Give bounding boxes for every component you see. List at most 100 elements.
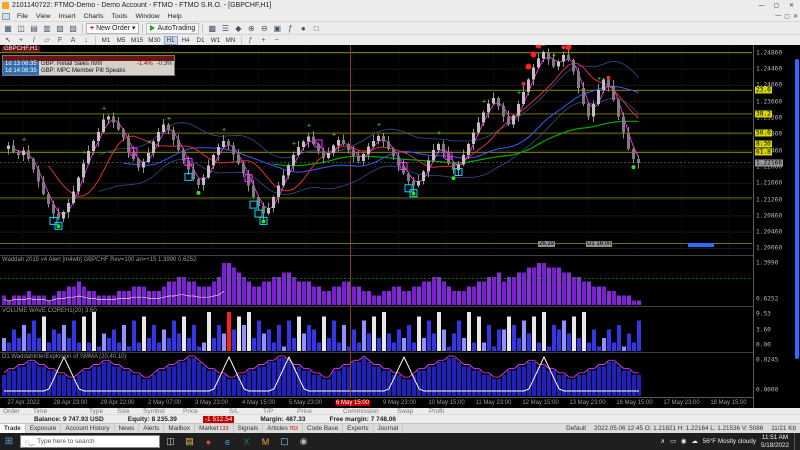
channel-icon[interactable]: ▱ <box>41 36 53 45</box>
maximize-button[interactable]: ▢ <box>770 1 783 10</box>
data-window-icon[interactable]: ▧ <box>54 23 66 34</box>
column-header-symbol[interactable]: Symbol <box>140 408 180 415</box>
zoom-in-icon[interactable]: + <box>258 36 270 45</box>
fullscreen-icon[interactable]: □ <box>310 23 322 34</box>
terminal-tab-market[interactable]: Market133 <box>195 424 233 433</box>
column-header-size[interactable]: Size <box>114 408 140 415</box>
notepad-icon[interactable]: ▢ <box>276 433 293 450</box>
column-header-commission[interactable]: Commission <box>340 408 394 415</box>
terminal-tab-signals[interactable]: Signals <box>234 424 264 433</box>
new-chart-icon[interactable]: ▦ <box>2 23 14 34</box>
price-pane[interactable]: +++++++++++++++ GBPCHF,H1 1d 13:08:35GBP… <box>0 45 752 255</box>
arrows-icon[interactable]: ↓ <box>80 36 92 45</box>
chart-area[interactable]: +++++++++++++++ GBPCHF,H1 1d 13:08:35GBP… <box>0 45 800 408</box>
terminal-tab-trade[interactable]: Trade <box>0 424 26 433</box>
candle-chart-icon[interactable]: ◆ <box>232 23 244 34</box>
profiles-icon[interactable]: ▤ <box>28 23 40 34</box>
current-price-tag: 1.22166 <box>755 159 783 166</box>
timeframe-mn[interactable]: MN <box>224 36 238 45</box>
terminal-tab-mailbox[interactable]: Mailbox <box>164 424 195 433</box>
timeframe-m15[interactable]: M15 <box>129 36 145 45</box>
excel-icon[interactable]: X <box>238 433 255 450</box>
zoom-out-icon[interactable]: − <box>271 36 283 45</box>
terminal-tab-code-base[interactable]: Code Base <box>303 424 343 433</box>
news-panel[interactable]: 1d 13:08:35GBP: Retail Sales m/m-1.4%-0.… <box>2 55 175 76</box>
timeframe-m1[interactable]: M1 <box>99 36 113 45</box>
column-header-order[interactable]: Order <box>0 408 30 415</box>
taskbar-clock[interactable]: 11:51 AM 5/18/2022 <box>761 434 789 448</box>
terminal-tab-news[interactable]: News <box>115 424 140 433</box>
chrome-icon[interactable]: ● <box>200 433 217 450</box>
indicator-pane-volume-wave[interactable]: VOLUME WAVE COREH1(20) 3.60 <box>0 307 752 352</box>
tile-windows-icon[interactable]: ▣ <box>271 23 283 34</box>
profile-name[interactable]: Default <box>566 425 586 432</box>
terminal-tab-account-history[interactable]: Account History <box>61 424 114 433</box>
strategy-tester-icon[interactable]: ▩ <box>206 23 218 34</box>
column-header-swap[interactable]: Swap <box>394 408 426 415</box>
timeframe-h1[interactable]: H1 <box>164 36 178 45</box>
indicator-pane-explosion[interactable]: D1 WaddahInterExplosion of SMMA (20,40,1… <box>0 353 752 397</box>
bar-chart-icon[interactable]: ☰ <box>219 23 231 34</box>
column-header-price[interactable]: Price <box>294 408 340 415</box>
terminal-tab-articles[interactable]: Articles762 <box>263 424 303 433</box>
menu-help[interactable]: Help <box>164 13 186 20</box>
indicators-list-icon[interactable]: ƒ <box>245 36 257 45</box>
chart-close-button[interactable]: ✕ <box>793 13 798 20</box>
column-header-price[interactable]: Price <box>180 408 226 415</box>
chart-restore-button[interactable]: ▢ <box>784 13 790 20</box>
timeframe-m5[interactable]: M5 <box>114 36 128 45</box>
menu-view[interactable]: View <box>32 13 55 20</box>
minimize-button[interactable]: — <box>755 1 768 10</box>
column-header-tp[interactable]: T/P <box>260 408 294 415</box>
menu-file[interactable]: File <box>13 13 32 20</box>
menu-charts[interactable]: Charts <box>80 13 108 20</box>
zoom-in-icon[interactable]: ⊕ <box>245 23 257 34</box>
chart-minimize-button[interactable]: — <box>775 13 781 20</box>
menu-tools[interactable]: Tools <box>108 13 132 20</box>
weather-widget[interactable]: 56°F Mostly cloudy <box>703 438 756 445</box>
cursor-icon[interactable]: ↖ <box>2 36 14 45</box>
timeframe-d1[interactable]: D1 <box>194 36 208 45</box>
close-button[interactable]: ✕ <box>785 1 798 10</box>
timeframe-m30[interactable]: M30 <box>146 36 162 45</box>
column-header-sl[interactable]: S/L <box>226 408 260 415</box>
column-header-time[interactable]: Time <box>30 408 86 415</box>
zoom-out-icon[interactable]: ⊖ <box>258 23 270 34</box>
network-icon[interactable]: ◉ <box>681 438 687 445</box>
menu-window[interactable]: Window <box>131 13 163 20</box>
terminal-tab-experts[interactable]: Experts <box>343 424 373 433</box>
chart-scrollbar[interactable] <box>795 59 799 359</box>
column-header-profit[interactable]: Profit <box>426 408 466 415</box>
menu-insert[interactable]: Insert <box>55 13 80 20</box>
terminal-tab-exposure[interactable]: Exposure <box>26 424 62 433</box>
terminal-toggle-icon[interactable]: ▨ <box>67 23 79 34</box>
trendline-icon[interactable]: / <box>28 36 40 45</box>
crosshair-icon[interactable]: + <box>15 36 27 45</box>
text-icon[interactable]: A <box>67 36 79 45</box>
file-explorer-icon[interactable]: ▤ <box>181 433 198 450</box>
settings-icon[interactable]: ◉ <box>295 433 312 450</box>
new-order-button[interactable]: + New Order ▾ <box>86 23 139 34</box>
indicator-pane-waddah[interactable]: Waddah 2015 v4 Alert [m4wb] GBPCHF Rev=1… <box>0 256 752 306</box>
column-header-type[interactable]: Type <box>86 408 114 415</box>
metatrader-icon[interactable]: M <box>257 433 274 450</box>
show-desktop-button[interactable] <box>794 433 797 450</box>
start-button[interactable]: ⊞ <box>0 433 18 450</box>
market-watch-icon[interactable]: ▥ <box>41 23 53 34</box>
timeframe-w1[interactable]: W1 <box>209 36 223 45</box>
fibonacci-icon[interactable]: F <box>54 36 66 45</box>
news-row: 1d 14:08:35GBP: MPC Member Pill Speaks <box>3 68 174 75</box>
chart-window-icon[interactable]: ◫ <box>15 23 27 34</box>
edge-icon[interactable]: e <box>219 433 236 450</box>
search-input[interactable]: ○‿ Type here to search <box>20 435 160 448</box>
tray-expand-icon[interactable]: ∧ <box>660 438 665 445</box>
alert-icon[interactable]: ● <box>297 23 309 34</box>
terminal-tab-alerts[interactable]: Alerts <box>139 424 164 433</box>
terminal-tab-journal[interactable]: Journal <box>374 424 404 433</box>
battery-icon[interactable]: ▭ <box>670 438 676 445</box>
timeframe-h4[interactable]: H4 <box>179 36 193 45</box>
task-view-icon[interactable]: ◫ <box>162 433 179 450</box>
autotrading-button[interactable]: AutoTrading <box>146 23 199 34</box>
grid <box>0 45 752 255</box>
indicators-icon[interactable]: ƒ <box>284 23 296 34</box>
